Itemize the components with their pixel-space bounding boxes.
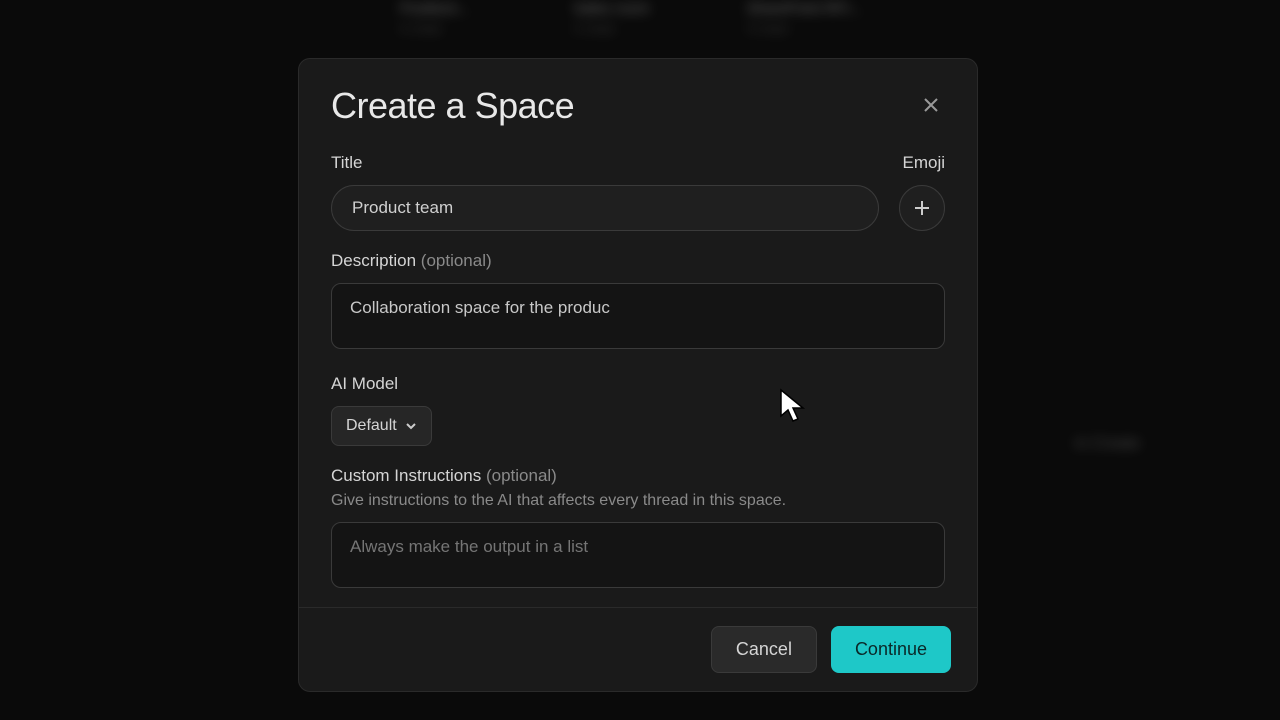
- chevron-down-icon: [405, 420, 417, 432]
- title-emoji-labels: Title Emoji: [331, 153, 945, 185]
- ai-model-section: AI Model Default: [331, 374, 945, 446]
- custom-instructions-label: Custom Instructions (optional): [331, 466, 945, 486]
- custom-optional: (optional): [486, 466, 557, 485]
- modal-header: Create a Space: [299, 59, 977, 145]
- modal-body: Title Emoji Description (optional) AI Mo…: [299, 145, 977, 593]
- bg-card: Sales room 2 chats: [573, 0, 706, 36]
- bg-card-title: Positioni...: [400, 0, 533, 17]
- background-cards: Positioni... 6 chats Sales room 2 chats …: [0, 0, 1280, 36]
- plus-icon: [913, 199, 931, 217]
- ai-model-value: Default: [346, 417, 397, 435]
- ai-model-label: AI Model: [331, 374, 945, 394]
- bg-card-title: SharePoint RFI...: [747, 0, 880, 17]
- bg-link: in Create: [1075, 435, 1140, 453]
- title-row: [331, 185, 945, 231]
- bg-card-title: Sales room: [573, 0, 706, 17]
- ai-model-dropdown[interactable]: Default: [331, 406, 432, 446]
- close-icon: [923, 97, 939, 113]
- title-input[interactable]: [331, 185, 879, 231]
- title-label: Title: [331, 153, 363, 173]
- bg-card-sub: 2 chats: [573, 21, 706, 36]
- bg-card-sub: 6 chats: [400, 21, 533, 36]
- modal-title: Create a Space: [331, 85, 574, 127]
- custom-instructions-section: Custom Instructions (optional) Give inst…: [331, 466, 945, 593]
- add-emoji-button[interactable]: [899, 185, 945, 231]
- title-field: [331, 185, 879, 231]
- close-button[interactable]: [917, 91, 945, 119]
- bg-card-sub: 3 chats: [747, 21, 880, 36]
- bg-card: Positioni... 6 chats: [400, 0, 533, 36]
- custom-helper-text: Give instructions to the AI that affects…: [331, 492, 945, 510]
- modal-footer: Cancel Continue: [299, 607, 977, 691]
- description-label: Description (optional): [331, 251, 945, 271]
- continue-button[interactable]: Continue: [831, 626, 951, 673]
- custom-instructions-input[interactable]: [331, 522, 945, 588]
- description-input[interactable]: [331, 283, 945, 349]
- emoji-label: Emoji: [902, 153, 945, 173]
- bg-card: SharePoint RFI... 3 chats: [747, 0, 880, 36]
- description-optional: (optional): [421, 251, 492, 270]
- description-section: Description (optional): [331, 251, 945, 354]
- custom-label-text: Custom Instructions: [331, 466, 481, 485]
- description-label-text: Description: [331, 251, 416, 270]
- create-space-modal: Create a Space Title Emoji Description (…: [298, 58, 978, 692]
- cancel-button[interactable]: Cancel: [711, 626, 817, 673]
